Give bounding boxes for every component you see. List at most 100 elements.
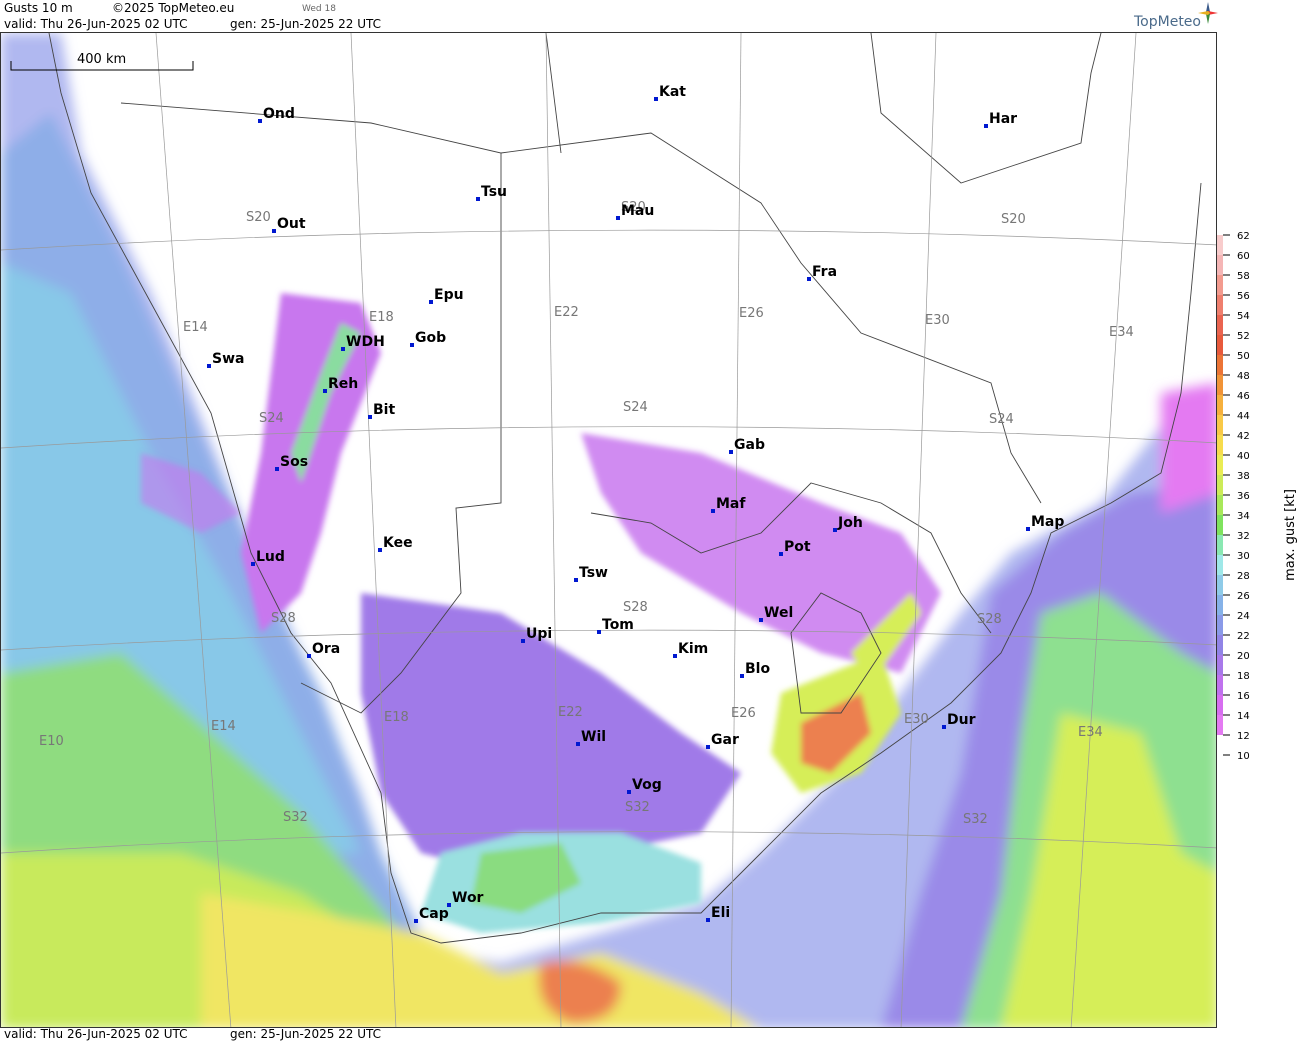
city-out: Out xyxy=(272,216,306,233)
city-marker xyxy=(740,674,744,678)
city-marker xyxy=(1026,527,1030,531)
city-tsu: Tsu xyxy=(476,184,507,201)
legend-value: 12 xyxy=(1237,731,1250,742)
legend-swatch xyxy=(1217,475,1223,495)
map-canvas[interactable]: S20S20S20S24S24S24S28S28S28S32S32S32E14E… xyxy=(1,33,1217,1028)
city-wdh: WDH xyxy=(341,334,385,351)
city-kat: Kat xyxy=(654,84,686,101)
city-marker xyxy=(574,578,578,582)
city-pot: Pot xyxy=(779,539,811,556)
city-har: Har xyxy=(984,111,1017,128)
city-label: Ond xyxy=(263,106,295,122)
graticule-label: E30 xyxy=(925,313,950,328)
graticule-label: S28 xyxy=(271,611,296,626)
city-label: Epu xyxy=(434,287,464,303)
legend-value: 60 xyxy=(1237,251,1250,262)
city-marker xyxy=(476,197,480,201)
city-cap: Cap xyxy=(414,906,449,923)
city-gar: Gar xyxy=(706,732,739,749)
city-marker xyxy=(307,654,311,658)
city-label: Wor xyxy=(452,890,484,906)
graticule-label: S32 xyxy=(963,812,988,827)
legend-swatch xyxy=(1217,335,1223,355)
city-label: Bit xyxy=(373,402,395,418)
graticule-label: S24 xyxy=(989,412,1014,427)
brand-logo-text: TopMeteo xyxy=(1134,14,1201,30)
valid-time: valid: Thu 26-Jun-2025 02 UTC xyxy=(4,17,188,31)
city-ond: Ond xyxy=(258,106,295,123)
city-label: Tsu xyxy=(481,184,507,200)
map-header: Gusts 10 m ©2025 TopMeteo.eu Wed 18 vali… xyxy=(0,0,1309,32)
graticule-label: S32 xyxy=(283,810,308,825)
city-label: Kim xyxy=(678,641,708,657)
city-marker xyxy=(410,343,414,347)
legend-value: 22 xyxy=(1237,631,1250,642)
legend-value: 48 xyxy=(1237,371,1250,382)
city-label: Har xyxy=(989,111,1017,127)
city-sos: Sos xyxy=(275,454,308,471)
city-label: Blo xyxy=(745,661,770,677)
city-marker xyxy=(207,364,211,368)
copyright: ©2025 TopMeteo.eu xyxy=(112,1,235,15)
city-gob: Gob xyxy=(410,330,446,347)
city-marker xyxy=(272,229,276,233)
city-label: Tsw xyxy=(579,565,608,581)
legend-value: 24 xyxy=(1237,611,1250,622)
city-marker xyxy=(258,119,262,123)
map-footer: valid: Thu 26-Jun-2025 02 UTC gen: 25-Ju… xyxy=(0,1027,1217,1042)
product-title: Gusts 10 m xyxy=(4,1,73,15)
legend-value: 10 xyxy=(1237,751,1250,762)
city-wor: Wor xyxy=(447,890,484,907)
city-swa: Swa xyxy=(207,351,244,368)
city-marker xyxy=(807,277,811,281)
legend-swatch xyxy=(1217,315,1223,335)
city-marker xyxy=(706,918,710,922)
legend-swatch xyxy=(1217,655,1223,675)
city-label: Dur xyxy=(947,712,976,728)
legend-value: 46 xyxy=(1237,391,1250,402)
graticule-label: S24 xyxy=(623,400,648,415)
city-marker xyxy=(759,618,763,622)
legend-swatch xyxy=(1217,735,1223,755)
footer-generated-time: gen: 25-Jun-2025 22 UTC xyxy=(230,1027,382,1041)
city-mau: Mau xyxy=(616,203,654,220)
city-marker xyxy=(341,347,345,351)
legend-value: 16 xyxy=(1237,691,1250,702)
legend-swatch xyxy=(1217,635,1223,655)
legend-swatch xyxy=(1217,455,1223,475)
legend-swatch xyxy=(1217,555,1223,575)
graticule-label: E26 xyxy=(739,306,764,321)
city-marker xyxy=(616,216,620,220)
city-marker xyxy=(711,509,715,513)
city-label: Joh xyxy=(837,515,863,531)
legend-swatch xyxy=(1217,515,1223,535)
generated-time: gen: 25-Jun-2025 22 UTC xyxy=(230,17,382,31)
legend-swatch xyxy=(1217,535,1223,555)
legend-value: 44 xyxy=(1237,411,1250,422)
legend-value: 40 xyxy=(1237,451,1250,462)
legend-value: 14 xyxy=(1237,711,1250,722)
legend-value: 54 xyxy=(1237,311,1250,322)
city-map: Map xyxy=(1026,514,1064,531)
city-label: Mau xyxy=(621,203,654,219)
city-ora: Ora xyxy=(307,641,340,658)
legend-title: max. gust [kt] xyxy=(1283,489,1298,581)
city-wil: Wil xyxy=(576,729,606,746)
city-blo: Blo xyxy=(740,661,770,678)
graticule-label: E34 xyxy=(1078,725,1103,740)
city-label: Maf xyxy=(716,496,746,512)
city-upi: Upi xyxy=(521,626,552,643)
legend-value: 58 xyxy=(1237,271,1250,282)
city-epu: Epu xyxy=(429,287,464,304)
city-label: Map xyxy=(1031,514,1064,530)
legend-value: 50 xyxy=(1237,351,1250,362)
city-marker xyxy=(779,552,783,556)
city-label: Gob xyxy=(415,330,446,346)
city-wel: Wel xyxy=(759,605,793,622)
legend-swatch xyxy=(1217,295,1223,315)
gust-map[interactable]: S20 S20 S20 S24 S24 S24 S28 S28 S28 S32 S32 S32 E14 E… xyxy=(0,32,1217,1028)
city-label: WDH xyxy=(346,334,385,350)
city-marker xyxy=(323,389,327,393)
city-label: Vog xyxy=(632,777,662,793)
city-label: Sos xyxy=(280,454,308,470)
